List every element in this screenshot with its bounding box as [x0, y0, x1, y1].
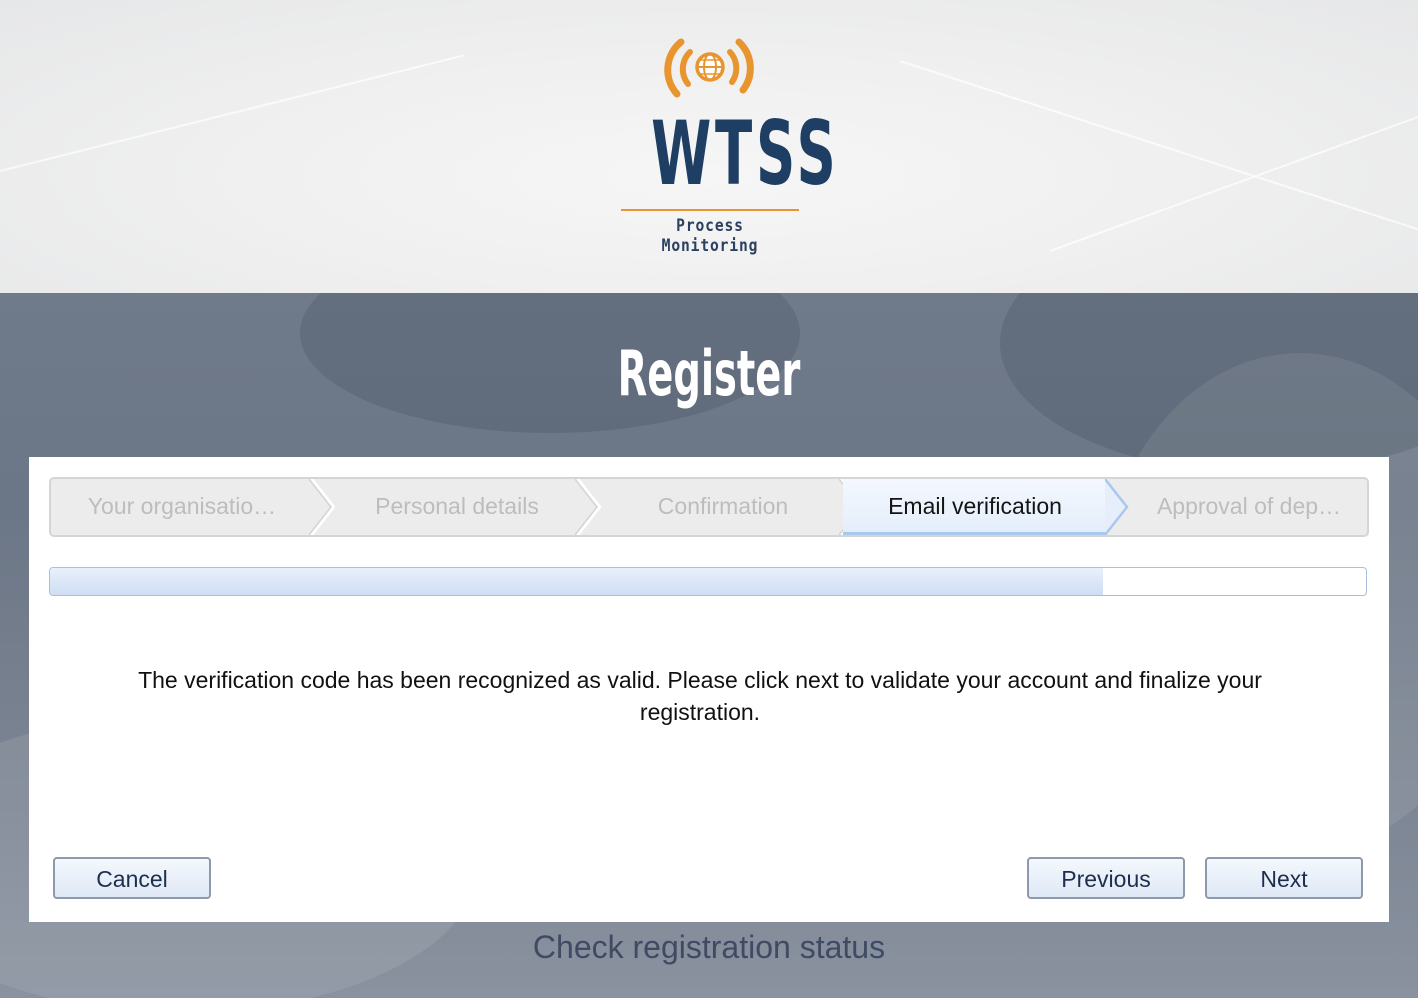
verification-message: The verification code has been recognize…: [138, 667, 1262, 725]
header-banner: WTSS Process Monitoring: [0, 0, 1418, 293]
step-separator-chevron-active: [1105, 479, 1129, 535]
step-email-verification: Email verification: [843, 479, 1107, 535]
page-title: Register: [617, 337, 801, 410]
brand-divider: [621, 209, 799, 211]
next-button[interactable]: Next: [1205, 857, 1363, 899]
step-personal-details: Personal details: [375, 493, 539, 519]
wtss-logo: WTSS Process Monitoring: [615, 28, 840, 256]
previous-button[interactable]: Previous: [1027, 857, 1185, 899]
progress-fill: [50, 568, 1103, 595]
check-registration-status-link[interactable]: Check registration status: [0, 925, 1418, 969]
cancel-button[interactable]: Cancel: [53, 857, 211, 899]
brand-name: WTSS: [651, 102, 840, 205]
wizard-progress-bar: [49, 567, 1367, 596]
radar-globe-icon: [664, 38, 754, 98]
step-confirmation: Confirmation: [657, 493, 789, 519]
brand-tagline: Process Monitoring: [661, 216, 759, 256]
step-approval-of-department: Approval of dep…: [1156, 493, 1342, 519]
step-your-organisation: Your organisatio…: [87, 493, 277, 519]
wizard-steps: Your organisatio… Personal details Confi…: [49, 477, 1369, 537]
registration-panel: Your organisatio… Personal details Confi…: [29, 457, 1389, 922]
